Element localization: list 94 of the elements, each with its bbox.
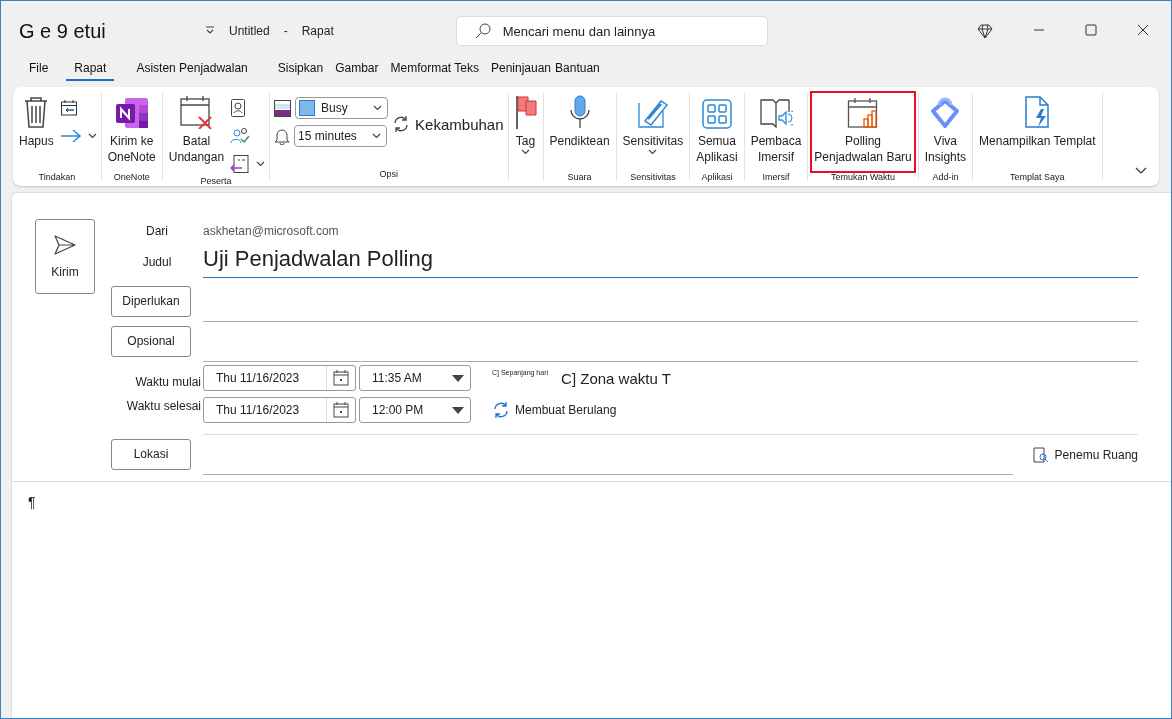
ribbon-button[interactable]: Kekambuhan [392, 115, 504, 133]
ribbon-tab[interactable]: File [29, 61, 49, 81]
sensitivity-icon [636, 97, 669, 129]
recurrence-icon [492, 401, 510, 419]
caret-icon [373, 105, 383, 111]
maximize-icon [1085, 24, 1097, 36]
status-bar-icon [274, 99, 292, 117]
people-check-icon [230, 127, 251, 145]
contact-card-icon [230, 98, 247, 118]
calendar-chart-icon [847, 97, 880, 129]
ribbon-group-label: Temukan Waktu [829, 171, 897, 183]
paragraph-mark: ¶ [28, 494, 36, 510]
search-icon [474, 23, 491, 39]
microphone-icon [567, 95, 592, 129]
onenote-icon [114, 97, 149, 129]
calendar-icon [333, 402, 349, 418]
ribbon-button[interactable]: Pendiktean [547, 93, 612, 171]
calendar-cancel-icon [179, 95, 214, 129]
dropdown[interactable]: Busy [295, 97, 389, 119]
diamond-icon [977, 23, 993, 39]
calendar-icon [333, 370, 349, 386]
search-field[interactable]: Mencari menu dan lainnya [455, 16, 768, 46]
field-label: Waktu mulai [134, 375, 201, 389]
forward-arrow-icon [59, 128, 82, 144]
close-icon [1137, 24, 1149, 36]
ribbon-group-label: OneNote [112, 171, 151, 183]
item-type: Rapat [301, 24, 334, 38]
send-button[interactable]: Kirim [35, 219, 95, 294]
required-attendees-button[interactable]: Diperlukan [111, 285, 191, 317]
date-field[interactable]: Thu 11/16/2023 [203, 397, 356, 423]
ribbon-button[interactable]: Semua Aplikasi [694, 93, 740, 171]
ribbon-tab[interactable]: Sisipkan [277, 61, 324, 81]
ribbon-button[interactable]: Batal Undangan [166, 93, 227, 171]
ribbon-group-label: Peserta [199, 175, 233, 187]
ribbon-tab[interactable]: Gambar [335, 61, 379, 81]
ribbon-button[interactable]: Sensitivitas [620, 93, 686, 171]
ribbon-button[interactable]: Tag [512, 93, 539, 171]
ribbon-tab[interactable]: Rapat [66, 61, 115, 81]
template-bolt-icon [1024, 95, 1051, 129]
window-title: G e 9 etui [19, 19, 107, 43]
field-label: Judul [141, 255, 173, 269]
room-finder-button[interactable]: Penemu Ruang [1032, 446, 1138, 463]
bell-icon [274, 127, 291, 145]
caret-icon [256, 161, 266, 167]
caret-icon [648, 149, 658, 155]
caret-icon [521, 149, 530, 155]
ribbon-button[interactable]: Pembaca Imersif [748, 93, 804, 171]
ribbon-button[interactable]: Menampilkan Templat [977, 93, 1098, 171]
time-zone-checkbox[interactable]: C] Zona waktu T [561, 369, 671, 387]
flag-icon [514, 95, 537, 129]
dropdown-triangle-icon [452, 374, 464, 382]
ribbon-tab[interactable]: Asisten Penjadwalan [136, 61, 248, 81]
ribbon-group-label: Aplikasi [700, 171, 734, 183]
book-speaker-icon [758, 97, 793, 129]
ribbon-group-label: Sensitivitas [629, 171, 677, 183]
ribbon-tab[interactable]: Bantuan [555, 61, 600, 81]
location-button[interactable]: Lokasi [111, 438, 191, 470]
ribbon-tab[interactable]: Memformat Teks [390, 61, 479, 81]
document-title: Untitled [229, 24, 270, 38]
make-recurring-button[interactable]: Membuat Berulang [492, 401, 617, 419]
dropdown-triangle-icon [452, 406, 464, 414]
heart-outline-icon [929, 97, 962, 129]
chevron-down-icon [1135, 167, 1147, 175]
ribbon-button[interactable]: Hapus [17, 93, 56, 171]
ribbon-button[interactable]: Polling Penjadwalan Baru [812, 93, 914, 171]
ribbon-icon-button[interactable] [230, 153, 266, 175]
ribbon-button[interactable]: Kirim ke OneNote [105, 93, 158, 171]
ribbon-group-label: Add-in [931, 171, 960, 183]
caret-icon [372, 133, 382, 139]
subject-field[interactable]: Uji Penjadwalan Polling [203, 246, 1138, 278]
caret-icon [87, 133, 97, 139]
field-label: Dari [145, 224, 169, 238]
room-finder-icon [1032, 446, 1049, 463]
ribbon-group-label: Suara [566, 171, 593, 183]
title-separator: - [283, 24, 288, 38]
optional-attendees-button[interactable]: Opsional [111, 325, 191, 357]
dropdown[interactable]: 15 minutes [294, 125, 388, 147]
field-label: Waktu selesai [125, 399, 201, 413]
ribbon-button[interactable]: Viva Insights [922, 93, 969, 171]
apps-grid-icon [701, 99, 732, 129]
ribbon-group-label: Imersif [761, 171, 791, 183]
date-field[interactable]: Thu 11/16/2023 [203, 365, 356, 391]
quick-access-caret-icon [205, 26, 215, 36]
ribbon-group-label: Opsi [378, 168, 400, 180]
busy-swatch-icon [299, 100, 316, 116]
time-dropdown[interactable]: 12:00 PM [359, 397, 471, 423]
search-placeholder: Mencari menu dan lainnya [502, 23, 656, 39]
recurrence-icon [392, 115, 411, 133]
sender-address: askhetan@microsoft.com [203, 224, 340, 238]
ribbon-group-label: Templat Saya [1009, 171, 1066, 183]
time-dropdown[interactable]: 11:35 AM [359, 365, 471, 391]
send-icon [54, 234, 76, 255]
ribbon-group-label: Tindakan [37, 171, 77, 183]
ribbon-tab[interactable]: Peninjauan [490, 61, 552, 81]
